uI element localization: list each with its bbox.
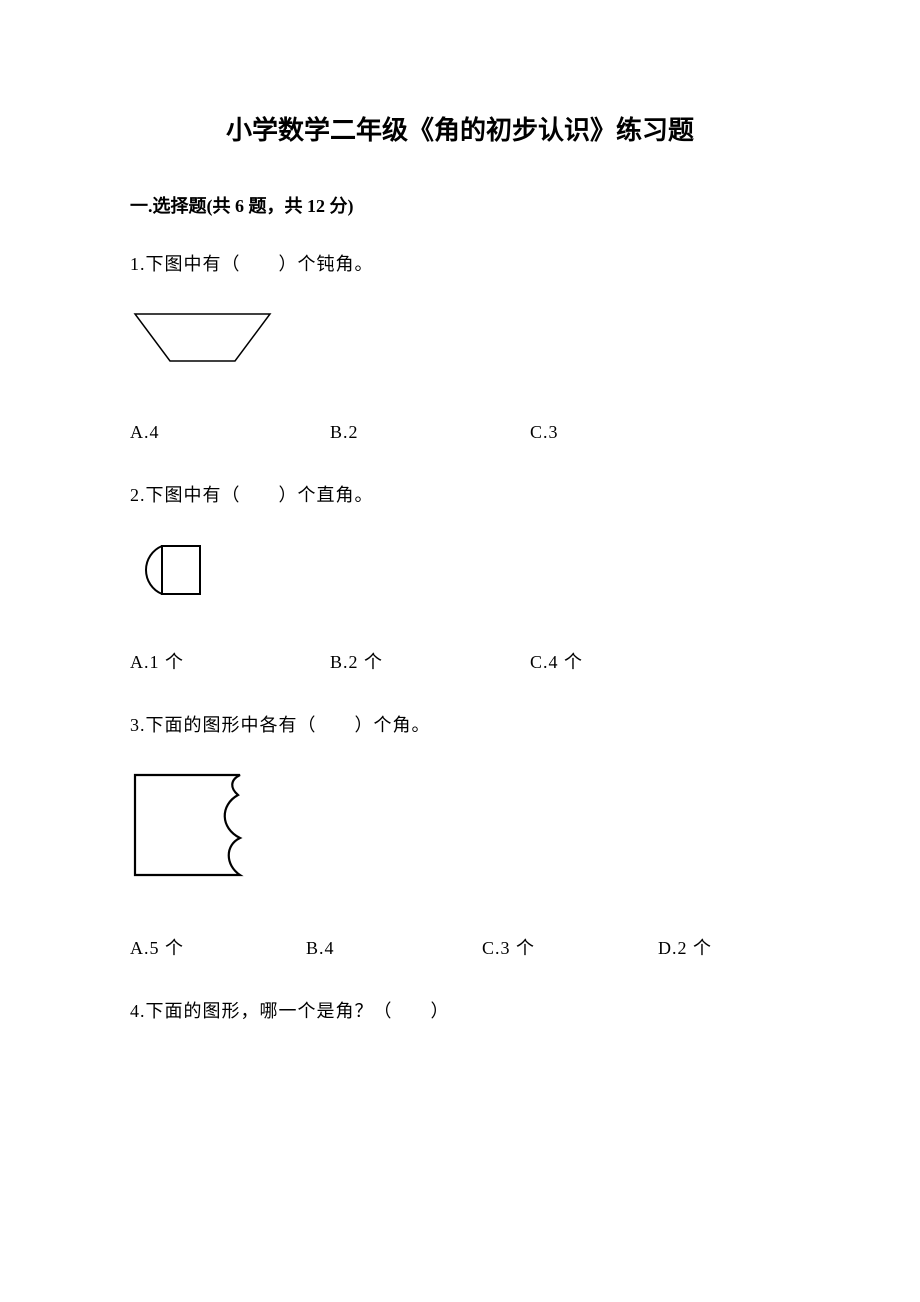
question-3-options: A.5 个 B.4 C.3 个 D.2 个 [130, 934, 790, 963]
question-4-text: 4.下面的图形，哪一个是角？（ ） [130, 997, 790, 1026]
q3-option-c: C.3 个 [482, 934, 658, 963]
question-2-figure [130, 540, 790, 609]
section-header: 一.选择题(共 6 题，共 12 分) [130, 192, 790, 221]
question-1-options: A.4 B.2 C.3 [130, 418, 790, 447]
square-wavy-icon [130, 770, 250, 885]
semicircle-square-icon [130, 540, 210, 600]
q2-option-b: B.2 个 [330, 648, 530, 677]
question-3: 3.下面的图形中各有（ ）个角。 A.5 个 B.4 C.3 个 D.2 个 [130, 711, 790, 962]
question-2: 2.下图中有（ ）个直角。 A.1 个 B.2 个 C.4 个 [130, 481, 790, 677]
q3-option-d: D.2 个 [658, 934, 790, 963]
question-1-text: 1.下图中有（ ）个钝角。 [130, 250, 790, 279]
question-2-text: 2.下图中有（ ）个直角。 [130, 481, 790, 510]
q1-option-a: A.4 [130, 418, 330, 447]
q3-option-b: B.4 [306, 934, 482, 963]
q2-option-a: A.1 个 [130, 648, 330, 677]
q3-option-a: A.5 个 [130, 934, 306, 963]
question-1: 1.下图中有（ ）个钝角。 A.4 B.2 C.3 [130, 250, 790, 446]
page-title: 小学数学二年级《角的初步认识》练习题 [130, 110, 790, 152]
q1-option-b: B.2 [330, 418, 530, 447]
q1-option-c: C.3 [530, 418, 730, 447]
trapezoid-icon [130, 309, 275, 369]
question-2-options: A.1 个 B.2 个 C.4 个 [130, 648, 790, 677]
question-4: 4.下面的图形，哪一个是角？（ ） [130, 997, 790, 1026]
question-3-text: 3.下面的图形中各有（ ）个角。 [130, 711, 790, 740]
question-1-figure [130, 309, 790, 378]
question-3-figure [130, 770, 790, 894]
q2-option-c: C.4 个 [530, 648, 730, 677]
